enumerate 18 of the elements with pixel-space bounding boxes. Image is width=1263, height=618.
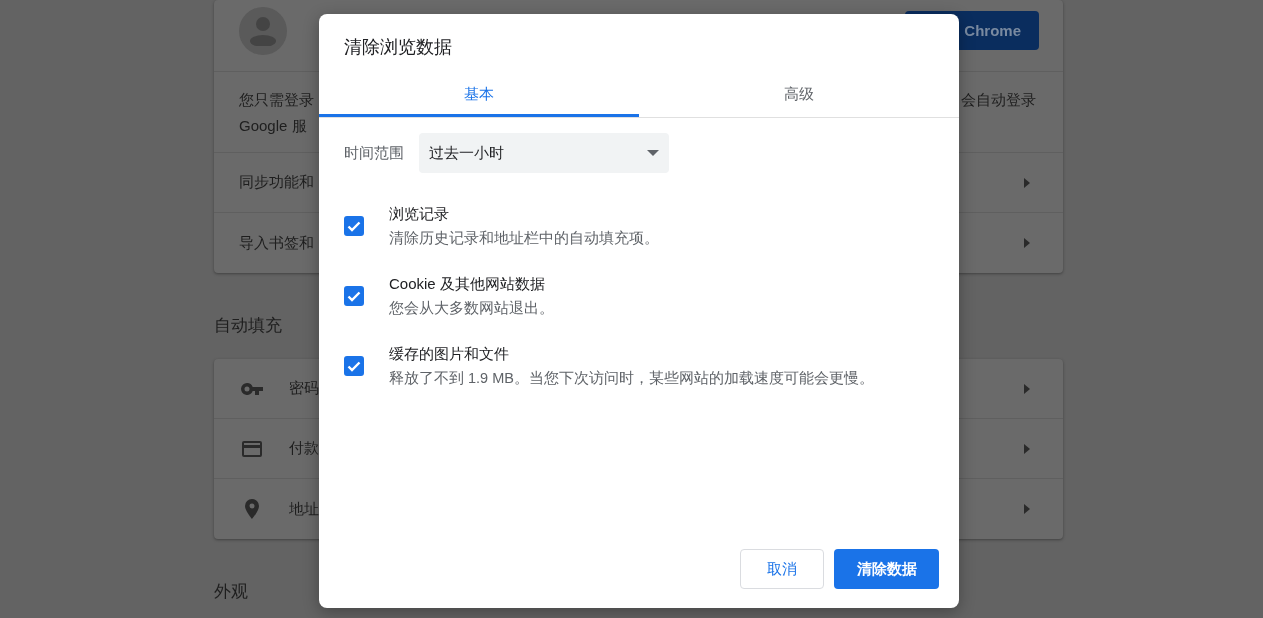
row-label: 导入书签和	[239, 233, 314, 253]
description-text: 您只需登录	[239, 90, 314, 110]
row-label: 付款	[289, 439, 319, 458]
section-title: 自动填充	[214, 315, 283, 337]
option-title: 浏览记录	[389, 204, 450, 224]
option-title: Cookie 及其他网站数据	[389, 274, 546, 294]
option-description: 清除历史记录和地址栏中的自动填充项。	[389, 229, 659, 248]
description-text: 会自动登录	[961, 90, 1036, 110]
option-description: 您会从大多数网站退出。	[389, 299, 554, 318]
option-description: 释放了不到 1.9 MB。当您下次访问时，某些网站的加载速度可能会更慢。	[389, 369, 874, 388]
row-label: 密码	[289, 379, 319, 398]
option-title: 缓存的图片和文件	[389, 344, 510, 364]
section-title: 外观	[214, 581, 249, 603]
dialog-title: 清除浏览数据	[343, 36, 453, 59]
row-label: 同步功能和	[239, 173, 314, 192]
field-label: 时间范围	[344, 143, 404, 163]
row-label: 地址	[289, 499, 319, 519]
description-text: Google 服	[239, 116, 308, 136]
